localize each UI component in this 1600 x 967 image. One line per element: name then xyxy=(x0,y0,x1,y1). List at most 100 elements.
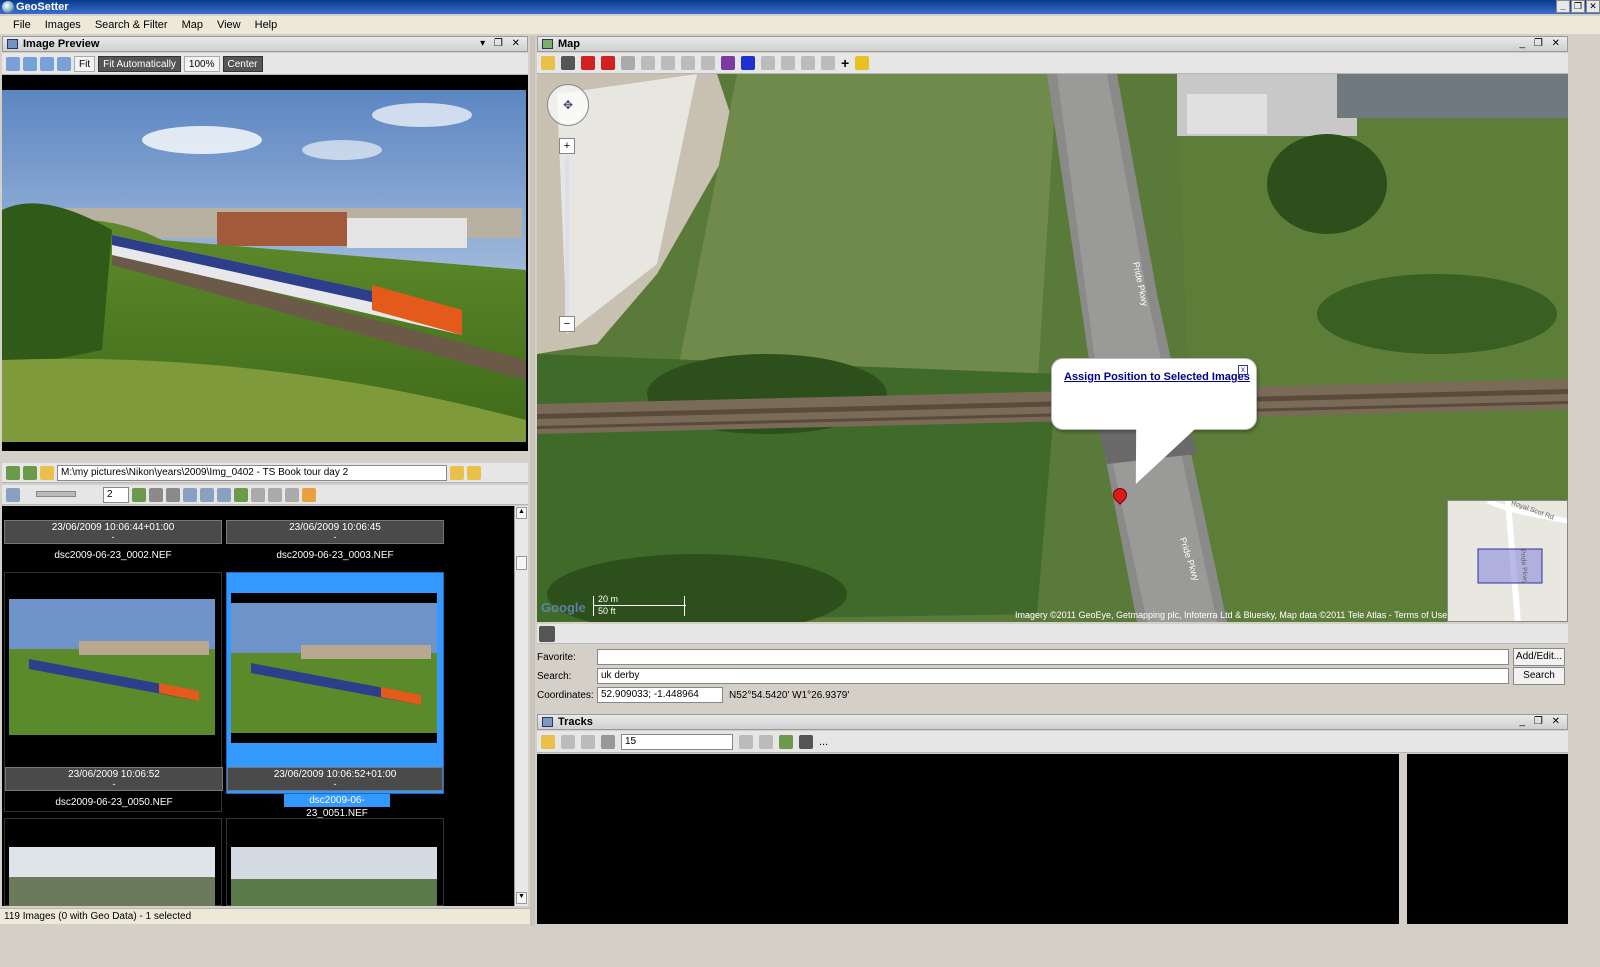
path-input[interactable]: M:\my pictures\Nikon\years\2009\Img_0402… xyxy=(57,464,447,481)
thumbnail-item[interactable] xyxy=(4,818,222,906)
map-tool-icon[interactable] xyxy=(641,56,655,70)
map-tool-icon[interactable] xyxy=(821,56,835,70)
map-tool-icon[interactable] xyxy=(761,56,775,70)
prev-image-icon[interactable] xyxy=(23,56,37,71)
search-button[interactable]: Search xyxy=(1513,667,1565,685)
search-input[interactable]: uk derby xyxy=(597,668,1509,684)
tracks-list[interactable] xyxy=(537,754,1399,924)
map-tool-icon[interactable] xyxy=(661,56,675,70)
thumbnail-image xyxy=(9,599,215,735)
panel-controls[interactable]: ▾ ❐ ✕ xyxy=(480,37,523,51)
scroll-thumb[interactable] xyxy=(516,556,527,570)
delete-icon[interactable] xyxy=(285,487,299,502)
filter-icon[interactable] xyxy=(166,487,180,502)
direction-icon[interactable] xyxy=(741,56,755,70)
open-folder-icon[interactable] xyxy=(467,465,481,480)
size-stepper[interactable]: 2 xyxy=(103,486,129,503)
next-image-icon[interactable] xyxy=(40,56,54,71)
zoom-slider[interactable] xyxy=(565,156,569,316)
splitter[interactable] xyxy=(2,451,528,461)
menu-help[interactable]: Help xyxy=(248,16,285,34)
star-favorite-icon[interactable] xyxy=(855,56,870,70)
thumbnail-item[interactable]: 23/06/2009 10:06:45 - dsc2009-06-23_0003… xyxy=(226,506,444,566)
assign-position-link[interactable]: Assign Position to Selected Images xyxy=(1064,371,1250,383)
google-logo: Google xyxy=(541,600,586,615)
zoom-in-button[interactable]: + xyxy=(559,138,575,154)
view-mode-icon[interactable] xyxy=(6,487,20,502)
menu-view[interactable]: View xyxy=(210,16,248,34)
rotate-right-icon[interactable] xyxy=(268,487,282,502)
map-tool-icon[interactable] xyxy=(621,56,635,70)
thumbnail-item-selected[interactable]: 23/06/2009 10:06:52+01:00 - xyxy=(226,572,444,794)
map-tool-icon[interactable] xyxy=(681,56,695,70)
sort-icon[interactable] xyxy=(149,487,163,502)
center-button[interactable]: Center xyxy=(222,55,263,72)
save-track-icon[interactable] xyxy=(561,734,575,749)
geotag-icon[interactable] xyxy=(234,487,248,502)
menu-map[interactable]: Map xyxy=(175,16,210,34)
track-tool-icon[interactable] xyxy=(759,734,773,749)
pencil-icon[interactable] xyxy=(539,626,555,642)
track-tool-icon[interactable] xyxy=(739,734,753,749)
map-tool-icon[interactable] xyxy=(701,56,715,70)
forward-icon[interactable] xyxy=(23,465,37,480)
more-options[interactable]: ... xyxy=(819,736,828,748)
first-image-icon[interactable] xyxy=(6,56,20,71)
open-track-icon[interactable] xyxy=(541,734,555,749)
position-marker-icon[interactable] xyxy=(601,56,615,70)
pan-control-icon[interactable]: ✥ xyxy=(547,84,589,126)
preview-image xyxy=(2,90,526,442)
menu-file[interactable]: File xyxy=(6,16,38,34)
rotate-left-icon[interactable] xyxy=(251,487,265,502)
map-tool-icon[interactable] xyxy=(781,56,795,70)
map-panel-controls[interactable]: _ ❐ ✕ xyxy=(1520,37,1563,51)
vertical-splitter[interactable] xyxy=(530,36,535,926)
thumbnail-filename-selected: dsc2009-06-23_0051.NEF xyxy=(284,794,390,819)
track-view-icon[interactable] xyxy=(799,734,813,749)
marker-icon[interactable] xyxy=(581,56,595,70)
overview-map[interactable]: Royal Scot Rd Pride Pkwy xyxy=(1447,500,1568,622)
tracks-header: Tracks _ ❐ ✕ xyxy=(537,714,1568,730)
zoom-dropdown[interactable]: 100% xyxy=(183,55,220,72)
track-geotag-icon[interactable] xyxy=(779,734,793,749)
restore-button[interactable]: ❐ xyxy=(1571,0,1585,13)
scroll-down-icon[interactable]: ▼ xyxy=(516,892,527,904)
popup-close-icon[interactable]: x xyxy=(1238,365,1248,375)
refresh-icon[interactable] xyxy=(132,487,146,502)
tracks-detail[interactable] xyxy=(1407,754,1568,924)
last-image-icon[interactable] xyxy=(57,56,71,71)
back-icon[interactable] xyxy=(6,465,20,480)
coordinates-input[interactable]: 52.909033; -1.448964 xyxy=(597,687,723,703)
close-button[interactable]: ✕ xyxy=(1586,0,1600,13)
fit-dropdown[interactable]: Fit xyxy=(74,55,96,72)
thumb-size-slider[interactable] xyxy=(36,491,76,497)
thumbnail-item[interactable]: 23/06/2009 10:06:52 - dsc2009-06-23_0050… xyxy=(4,572,223,812)
map-view[interactable]: Pride Pkwy Pride Pkwy ✥ + − 20 m 50 ft G… xyxy=(537,74,1568,622)
thumbnail-item[interactable]: 23/06/2009 10:06:44+01:00 - dsc2009-06-2… xyxy=(4,506,222,566)
menu-search-filter[interactable]: Search & Filter xyxy=(88,16,175,34)
save-icon[interactable] xyxy=(217,487,231,502)
map-type-icon[interactable] xyxy=(561,56,575,70)
fit-automatically-button[interactable]: Fit Automatically xyxy=(98,55,181,72)
browse-folder-icon[interactable] xyxy=(450,465,464,480)
minimize-button[interactable]: _ xyxy=(1556,0,1570,13)
tracks-panel-controls[interactable]: _ ❐ ✕ xyxy=(1520,715,1563,729)
favorite-select[interactable] xyxy=(597,649,1509,665)
menu-images[interactable]: Images xyxy=(38,16,88,34)
zoom-out-button[interactable]: − xyxy=(559,316,575,332)
thumbnail-scrollbar[interactable]: ▲ ▼ xyxy=(514,506,528,906)
track-tool-icon[interactable] xyxy=(581,734,595,749)
pause-icon[interactable] xyxy=(302,487,316,502)
scroll-up-icon[interactable]: ▲ xyxy=(516,507,527,519)
map-file-icon[interactable] xyxy=(541,56,555,70)
copy-icon[interactable] xyxy=(183,487,197,502)
add-edit-button[interactable]: Add/Edit... xyxy=(1513,648,1565,666)
thumbnail-image xyxy=(231,847,437,906)
thumbnail-item[interactable] xyxy=(226,818,444,906)
crosshair-icon[interactable]: + xyxy=(841,55,849,71)
track-combo[interactable]: 15 xyxy=(621,733,733,750)
track-search-icon[interactable] xyxy=(601,734,615,749)
map-tool-icon[interactable] xyxy=(801,56,815,70)
layer-icon[interactable] xyxy=(721,56,735,70)
edit-data-icon[interactable] xyxy=(200,487,214,502)
